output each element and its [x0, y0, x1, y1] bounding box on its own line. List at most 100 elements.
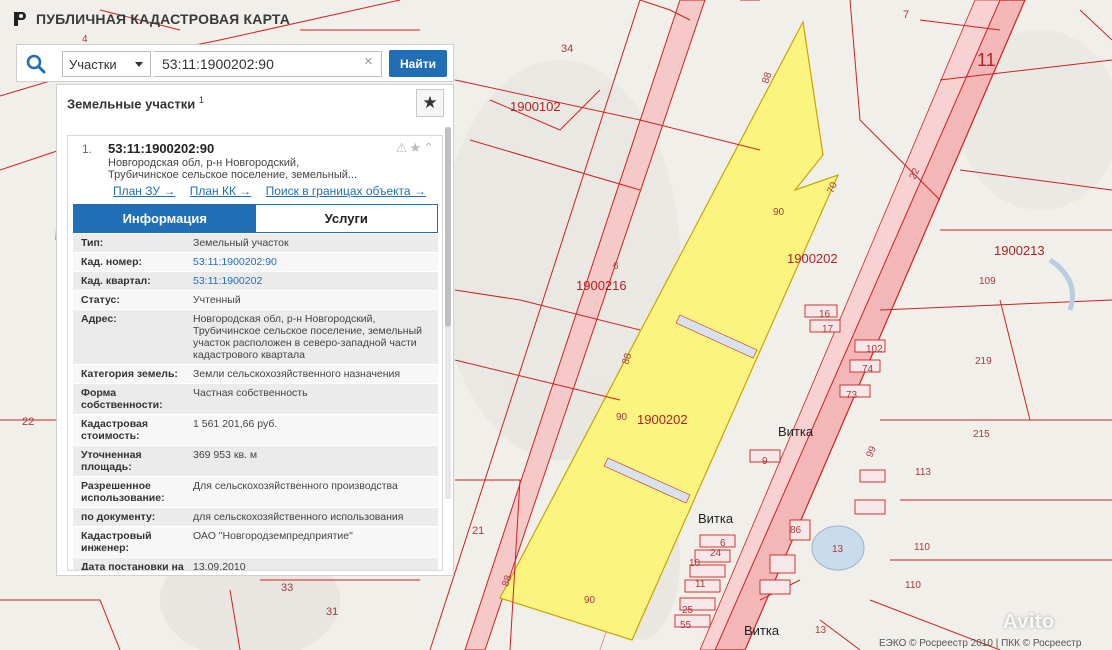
- map-label: 73: [846, 390, 858, 401]
- info-value: 369 953 кв. м: [193, 449, 258, 461]
- map-label: 25: [682, 605, 694, 616]
- info-key: Категория земель:: [81, 368, 178, 380]
- map-label: 109: [979, 276, 996, 287]
- info-row: по документу: для сельскохозяйственного и…: [73, 508, 438, 527]
- map-label: 13: [832, 544, 844, 555]
- result-cad-number[interactable]: 53:11:1900202:90: [108, 141, 214, 156]
- info-value: Земли сельскохозяйственного назначения: [193, 368, 401, 380]
- search-type-value: Участки: [69, 57, 117, 72]
- info-row: Кад. номер: 53:11:1900202:90: [73, 253, 438, 272]
- info-value: Для сельскохозяйственного производства: [193, 480, 398, 492]
- result-number: 1.: [82, 142, 93, 156]
- info-row: Форма собственности: Частная собственност…: [73, 384, 438, 415]
- info-row: Адрес: Новгородская обл, р-н Новгородский…: [73, 310, 438, 365]
- map-label: 11: [977, 50, 996, 70]
- info-key: Форма собственности:: [81, 387, 163, 411]
- panel-scrollbar[interactable]: [445, 127, 451, 499]
- app-title: ПУБЛИЧНАЯ КАДАСТРОВАЯ КАРТА: [36, 11, 291, 27]
- results-count: 1: [198, 95, 204, 105]
- info-row: Уточненная площадь: 369 953 кв. м: [73, 446, 438, 477]
- info-value: для сельскохозяйственного использования: [193, 511, 404, 523]
- map-label: 102: [866, 344, 883, 355]
- map-label: 1900202: [787, 251, 838, 266]
- tab-information[interactable]: Информация: [74, 205, 256, 232]
- map-label: 7: [903, 9, 909, 21]
- info-row: Кадастровый инженер: ОАО "Новгородземпред…: [73, 527, 438, 558]
- results-title: Земельные участки 1: [67, 95, 204, 111]
- info-key: Разрешенное использование:: [81, 480, 165, 504]
- map-label: 13: [815, 625, 827, 636]
- results-panel: Земельные участки 1 ★ 1. 53:11:1900202:9…: [56, 84, 454, 576]
- info-value: Земельный участок: [193, 237, 289, 249]
- map-label: Витка: [698, 511, 734, 526]
- map-label: 215: [973, 429, 990, 440]
- search-in-bounds-link[interactable]: Поиск в границах объекта →: [266, 184, 426, 198]
- map-label: Витка: [744, 623, 780, 638]
- info-key: Дата постановки на учет:: [81, 561, 184, 571]
- info-value: Частная собственность: [193, 387, 308, 399]
- map-label: 34: [561, 43, 573, 55]
- map-credits: ЕЭКО © Росреестр 2010 | ПКК © Росреестр: [879, 638, 1082, 649]
- map-label: 74: [862, 364, 874, 375]
- card-links: План ЗУ → План КК → Поиск в границах объ…: [113, 184, 437, 198]
- map-label: 1900102: [510, 99, 561, 114]
- info-key: Кад. квартал:: [81, 275, 151, 287]
- map-label: 22: [22, 416, 34, 428]
- info-row: Разрешенное использование: Для сельскохоз…: [73, 477, 438, 508]
- favorite-star-icon[interactable]: ★: [416, 89, 444, 117]
- result-address-line: Трубичинское сельское поселение, земельн…: [108, 169, 358, 181]
- info-row: Тип: Земельный участок: [73, 234, 438, 253]
- tab-services[interactable]: Услуги: [255, 205, 437, 232]
- info-key: Уточненная площадь:: [81, 449, 142, 473]
- map-label: Витка: [778, 424, 814, 439]
- app-header: ПУБЛИЧНАЯ КАДАСТРОВАЯ КАРТА: [12, 8, 290, 30]
- search-type-dropdown[interactable]: Участки: [62, 51, 151, 77]
- map-label: 11: [695, 579, 706, 590]
- map-label: 113: [915, 467, 931, 478]
- card-tools-icons[interactable]: ⚠★⌃: [396, 140, 436, 156]
- result-address-line: Новгородская обл, р-н Новгородский,: [108, 157, 300, 169]
- watermark: Avito: [1003, 611, 1055, 633]
- search-input[interactable]: [154, 51, 382, 77]
- plan-kk-link[interactable]: План КК →: [190, 184, 252, 198]
- map-label: 1900213: [994, 243, 1045, 258]
- map-label: 9: [762, 456, 768, 467]
- map-label: 1900202: [637, 412, 688, 427]
- card-tabs: Информация Услуги: [73, 204, 438, 233]
- scrollbar-thumb[interactable]: [445, 127, 451, 327]
- info-value[interactable]: 53:11:1900202:90: [193, 253, 438, 271]
- info-key: Кадастровый инженер:: [81, 530, 152, 554]
- map-label: 17: [822, 324, 834, 335]
- info-value: 13.09.2010: [193, 561, 246, 571]
- info-key: Кад. номер:: [81, 256, 143, 268]
- rosreestr-logo-icon: [14, 12, 26, 26]
- result-card[interactable]: 1. 53:11:1900202:90 ⚠★⌃ Новгородская обл…: [67, 135, 443, 571]
- map-label: 24: [710, 548, 722, 559]
- info-value[interactable]: 53:11:1900202: [193, 272, 438, 290]
- info-key: по документу:: [81, 511, 156, 523]
- info-value: 1 561 201,66 руб.: [193, 418, 278, 430]
- map-label: 16: [819, 309, 831, 320]
- info-key: Адрес:: [81, 313, 117, 325]
- map-label: 90: [773, 207, 785, 218]
- map-label: 21: [472, 525, 484, 537]
- info-row: Кад. квартал: 53:11:1900202: [73, 272, 438, 291]
- chevron-down-icon: [135, 62, 143, 67]
- clear-icon[interactable]: ×: [364, 53, 373, 70]
- info-key: Кадастровая стоимость:: [81, 418, 148, 442]
- map-label: 31: [326, 606, 338, 618]
- search-icon[interactable]: [25, 53, 47, 75]
- info-row: Дата постановки на учет: 13.09.2010: [73, 558, 438, 571]
- map-label: 1900216: [576, 278, 627, 293]
- info-row: Категория земель: Земли сельскохозяйствен…: [73, 365, 438, 384]
- plan-zu-link[interactable]: План ЗУ →: [113, 184, 175, 198]
- info-row: Кадастровая стоимость: 1 561 201,66 руб.: [73, 415, 438, 446]
- map-label: 10: [689, 558, 701, 569]
- map-label: 110: [914, 542, 930, 553]
- map-label: 86: [790, 525, 802, 536]
- search-bar: Участки × Найти: [16, 44, 454, 82]
- search-button[interactable]: Найти: [389, 50, 447, 77]
- results-title-text: Земельные участки: [67, 96, 196, 112]
- map-label: 219: [975, 356, 992, 367]
- info-table: Тип: Земельный участок Кад. номер: 53:11:19…: [73, 234, 438, 571]
